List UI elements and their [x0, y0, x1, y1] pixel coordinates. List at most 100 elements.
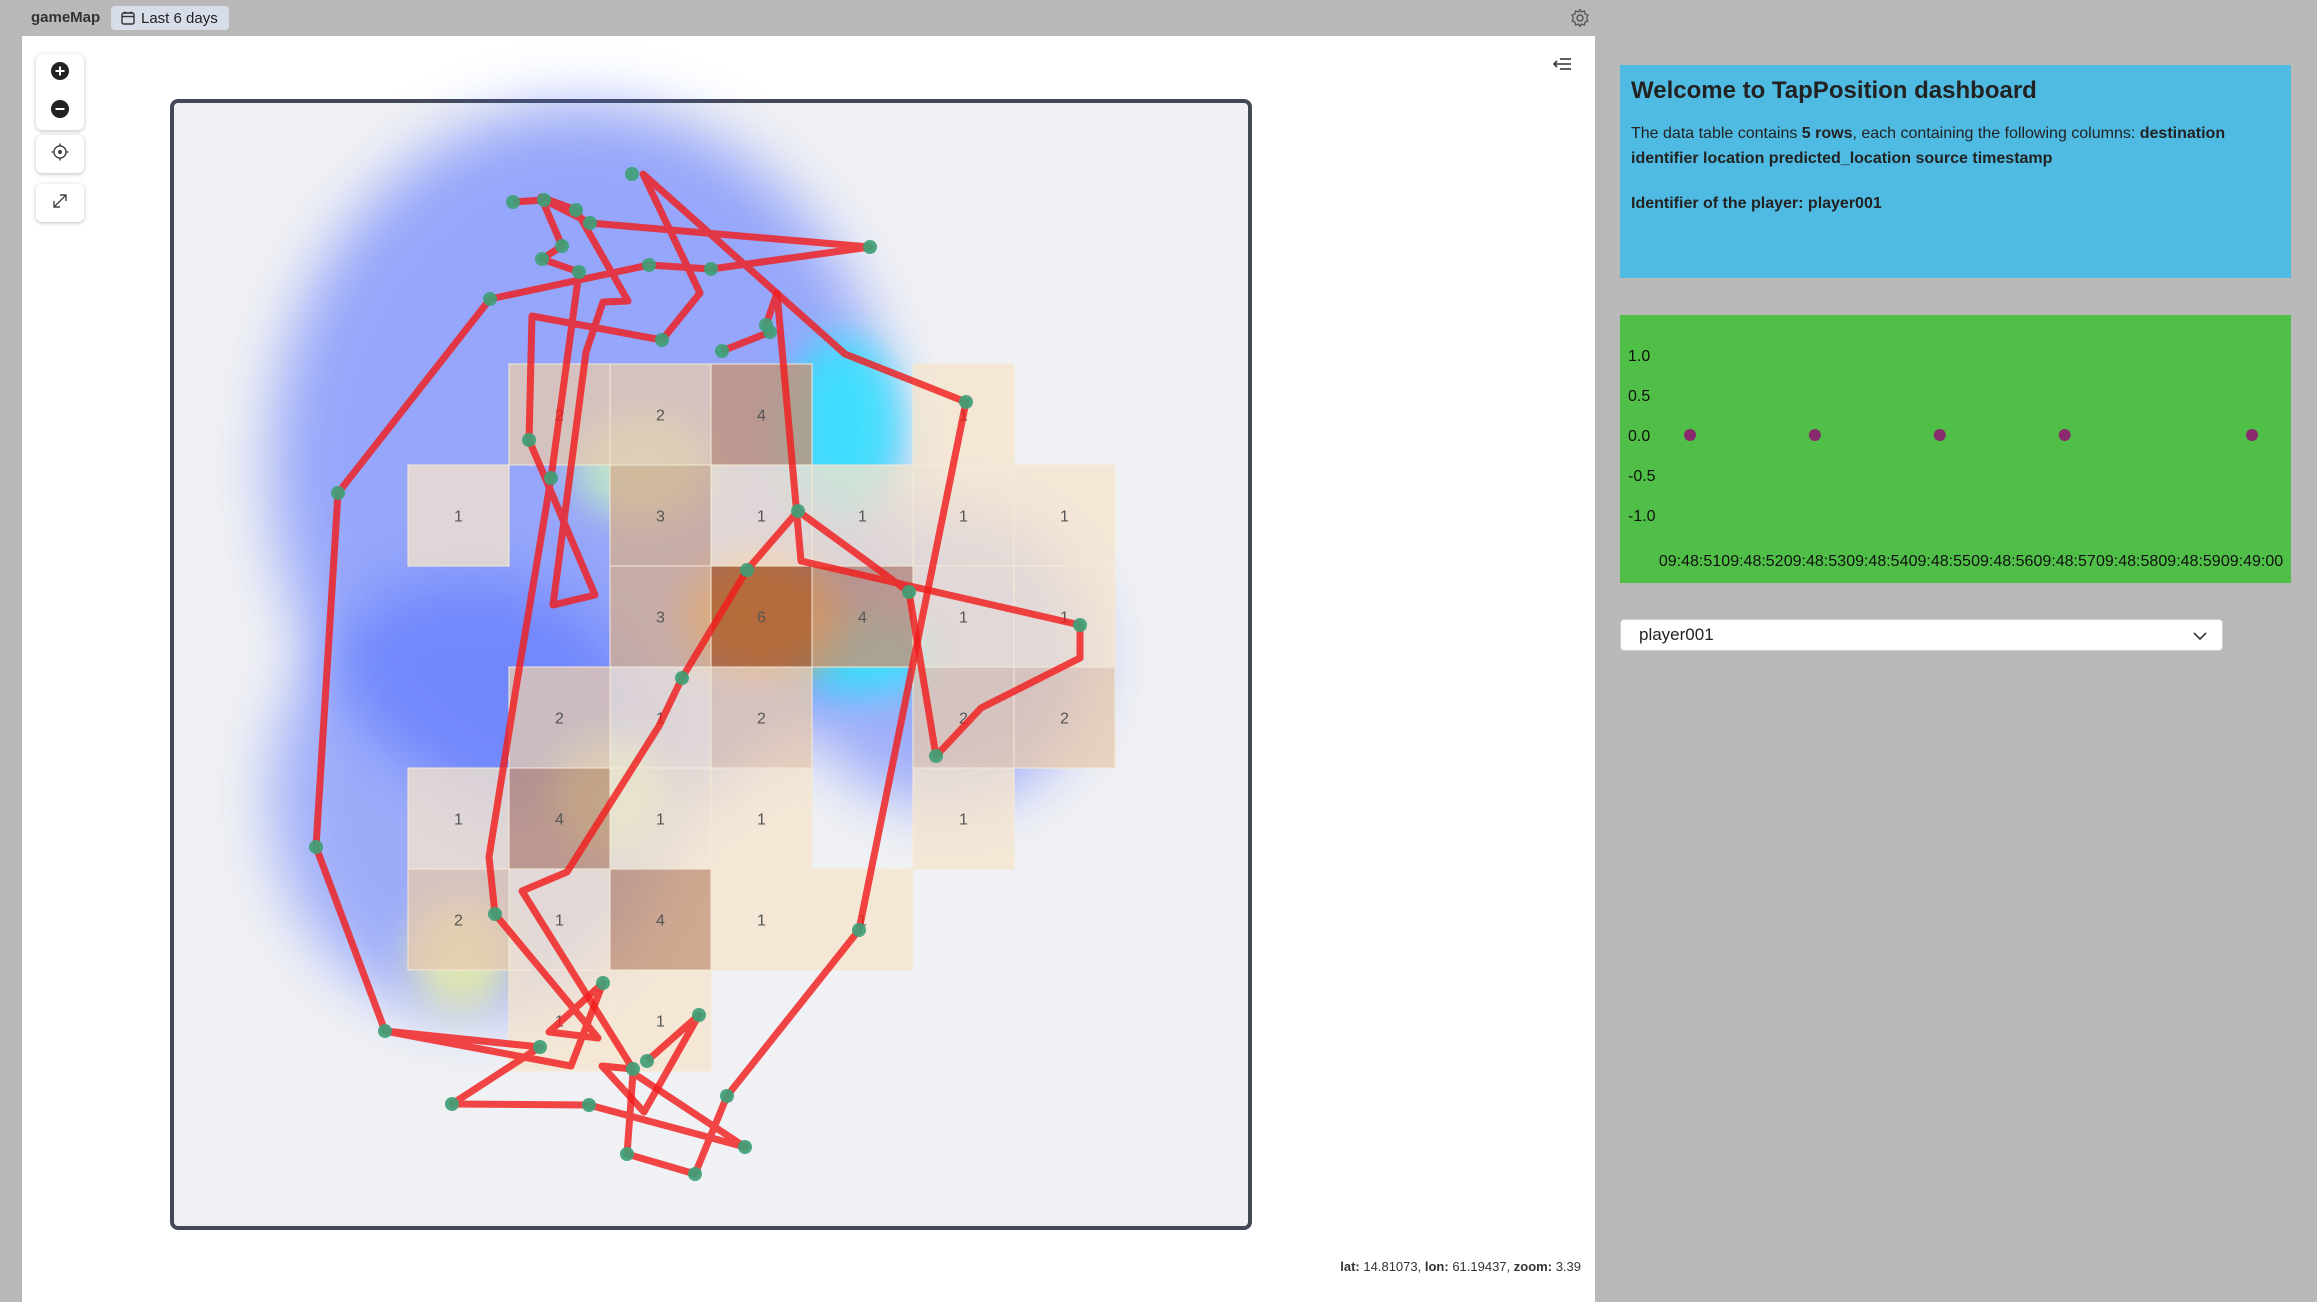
- grid-cell-count: 1: [1060, 509, 1069, 526]
- path-node: [620, 1147, 634, 1161]
- path-node: [522, 433, 536, 447]
- data-point: [1933, 429, 1946, 441]
- path-node: [506, 195, 520, 209]
- x-tick-label: 09:48:56: [1971, 553, 2033, 570]
- path-node: [929, 749, 943, 763]
- path-node: [583, 216, 597, 230]
- path-node: [640, 1054, 654, 1068]
- top-bar: gameMap Last 6 days: [0, 0, 1595, 36]
- path-node: [445, 1097, 459, 1111]
- data-point: [2058, 429, 2071, 441]
- collapse-sidebar-icon: [1552, 56, 1572, 77]
- path-node: [642, 258, 656, 272]
- zoom-controls: [36, 54, 84, 130]
- welcome-panel: Welcome to TapPosition dashboard The dat…: [1620, 65, 2291, 278]
- fullscreen-control: [36, 184, 84, 222]
- grid-cell-count: 1: [959, 509, 968, 526]
- path-node: [331, 486, 345, 500]
- path-node: [738, 1140, 752, 1154]
- grid-cell-count: 3: [656, 509, 665, 526]
- path-node: [720, 1089, 734, 1103]
- x-tick-label: 09:48:59: [2158, 553, 2220, 570]
- y-tick-label: 0.5: [1628, 388, 1650, 405]
- grid-cell-count: 1: [656, 812, 665, 829]
- y-tick-label: 0.0: [1628, 428, 1650, 445]
- grid-cell-count: 2: [555, 711, 564, 728]
- path-node: [488, 907, 502, 921]
- path-node: [569, 203, 583, 217]
- grid-cell-count: 1: [959, 610, 968, 627]
- lat-value: 14.81073,: [1363, 1259, 1422, 1274]
- lon-value: 61.19437,: [1452, 1259, 1511, 1274]
- path-node: [533, 1040, 547, 1054]
- path-node: [483, 292, 497, 306]
- grid-cell-count: 1: [555, 913, 564, 930]
- timestamp-chart: 1.0 0.5 0.0 -0.5 -1.0 09:48:51 09:48:52 09:48:5…: [1620, 315, 2291, 583]
- grid-cell-count: 2: [1060, 711, 1069, 728]
- zoom-out-button[interactable]: [36, 92, 84, 130]
- path-node: [704, 262, 718, 276]
- path-node: [582, 1098, 596, 1112]
- grid-cell-count: 1: [757, 812, 766, 829]
- grid-cell-count: 4: [555, 812, 564, 829]
- grid-cell-count: 4: [656, 913, 665, 930]
- grid-cell-count: 1: [858, 509, 867, 526]
- grid-cell-count: 1: [757, 509, 766, 526]
- calendar-icon: [121, 11, 135, 25]
- locate-button[interactable]: [36, 135, 84, 173]
- grid-cell-count: 2: [757, 711, 766, 728]
- zoom-in-icon: [50, 61, 70, 86]
- player-identifier: Identifier of the player: player001: [1631, 195, 1882, 212]
- x-tick-label: 09:48:53: [1784, 553, 1846, 570]
- locate-icon: [51, 143, 69, 166]
- path-node: [692, 1008, 706, 1022]
- player-select[interactable]: player001: [1620, 619, 2223, 651]
- grid-cell-count: 1: [454, 509, 463, 526]
- path-node: [537, 193, 551, 207]
- grid-cell-count: 3: [656, 610, 665, 627]
- chart-canvas: 1.00.50.0-0.5-1.009:48:51 09:48:52 09:48:5…: [1628, 348, 2283, 570]
- path-node: [715, 344, 729, 358]
- time-range-picker[interactable]: Last 6 days: [111, 6, 229, 30]
- x-tick-label: 09:48:51: [1659, 553, 1721, 570]
- zoom-in-button[interactable]: [36, 54, 84, 92]
- path-node: [655, 333, 669, 347]
- path-node: [959, 395, 973, 409]
- grid-cell-count: 1: [757, 913, 766, 930]
- path-node: [863, 240, 877, 254]
- y-tick-label: -0.5: [1628, 468, 1656, 485]
- x-tick-label: 09:49:00: [2221, 553, 2283, 570]
- y-tick-label: -1.0: [1628, 508, 1656, 525]
- x-tick-label: 09:48:54: [1846, 553, 1908, 570]
- x-tick-label: 09:48:55: [1909, 553, 1971, 570]
- path-node: [572, 265, 586, 279]
- path-node: [740, 563, 754, 577]
- grid-cell-count: 6: [757, 610, 766, 627]
- row-count: 5 rows: [1801, 125, 1853, 142]
- app-title: gameMap: [31, 9, 101, 26]
- locate-control: [36, 135, 84, 173]
- path-node: [535, 252, 549, 266]
- map-canvas[interactable]: 2 2 4 11 3 1 1 1 13 6 4 1 12 1 2 2 21 4 1 1 12 1 4 1 11 1: [22, 36, 1595, 1302]
- settings-button[interactable]: [1568, 8, 1592, 32]
- table-description: The data table contains 5 rows, each con…: [1631, 125, 2226, 167]
- path-node: [596, 976, 610, 990]
- gear-icon: [1570, 8, 1590, 33]
- grid-cell-count: 4: [858, 610, 867, 627]
- x-tick-label: 09:48:58: [2096, 553, 2158, 570]
- map-status: lat: 14.81073, lon: 61.19437, zoom: 3.39: [1340, 1259, 1581, 1274]
- player-select-value: player001: [1639, 625, 1714, 644]
- path-node: [763, 325, 777, 339]
- zoom-value: 3.39: [1555, 1259, 1581, 1274]
- map-panel[interactable]: 22411311113641121222141112141111 lat: 14…: [22, 36, 1595, 1302]
- path-node: [688, 1167, 702, 1181]
- path-node: [852, 923, 866, 937]
- data-point: [1808, 429, 1821, 441]
- zoom-out-icon: [50, 99, 70, 124]
- grid-cell-count: 1: [454, 812, 463, 829]
- fullscreen-button[interactable]: [36, 184, 84, 222]
- welcome-title: Welcome to TapPosition dashboard: [1631, 77, 2037, 104]
- fullscreen-icon: [51, 192, 69, 215]
- grid-cell-count: 1: [656, 1014, 665, 1031]
- sidebar-toggle-button[interactable]: [1550, 56, 1574, 76]
